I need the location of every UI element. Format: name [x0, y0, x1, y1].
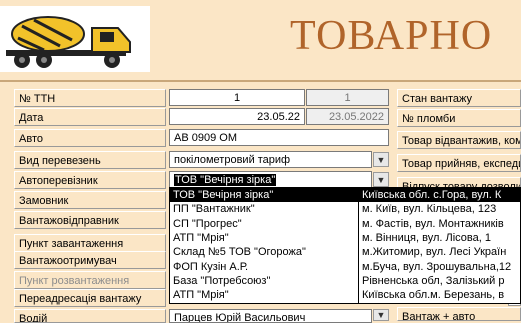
option-name: АТП "Мрія": [173, 289, 229, 302]
customer-label: Замовник: [14, 191, 166, 209]
seal-number-label: № пломби: [397, 109, 521, 127]
date-readonly: 23.05.2022: [306, 108, 389, 125]
dropdown-option[interactable]: АТП "Мрія" м. Вінниця, вул. Лісова, 1: [170, 231, 520, 245]
option-name: СП "Прогрес": [173, 217, 242, 230]
dropdown-option[interactable]: ФОП Кузін А.Р. м.Буча, вул. Зрошувальна,1…: [170, 260, 520, 274]
carrier-combo[interactable]: ТОВ "Вечірня зірка": [169, 171, 372, 188]
option-address: м. Фастів, вул. Монтажників: [362, 217, 504, 230]
auto-label: Авто: [14, 129, 166, 147]
dropdown-option[interactable]: ПП "Вантажник" м. Київ, вул. Кільцева, 12…: [170, 202, 520, 216]
carrier-selected-text: ТОВ "Вечірня зірка": [174, 174, 277, 186]
header-banner: ТОВАРНО: [0, 0, 521, 78]
ttn-label: № ТТН: [14, 89, 166, 107]
option-name: База "Потребсоюз": [173, 274, 271, 287]
option-name: ТОВ "Вечірня зірка": [173, 188, 358, 202]
option-name: ПП "Вантажник": [173, 203, 255, 216]
auto-combo[interactable]: АВ 0909 ОМ: [169, 129, 389, 146]
ttn-input[interactable]: 1: [169, 89, 305, 106]
option-name: АТП "Мрія": [173, 231, 229, 244]
transport-type-combo[interactable]: покілометровий тариф: [169, 151, 372, 168]
header-divider: [0, 80, 521, 82]
carrier-dropdown-list[interactable]: ТОВ "Вечірня зірка" Київська обл. с.Гора,…: [169, 187, 521, 304]
transport-type-dropdown-button[interactable]: ▼: [373, 152, 389, 167]
chevron-down-icon: ▼: [376, 310, 386, 320]
cargo-state-label: Стан вантажу: [397, 89, 521, 107]
sender-label: Вантажовідправник: [14, 211, 166, 229]
option-address: Рівненська обл, Залізький р: [362, 274, 505, 287]
option-name: ФОП Кузін А.Р.: [173, 260, 249, 273]
cargo-released-label: Товар відвантажив, ком: [397, 131, 521, 149]
carrier-label: Автоперевізник: [14, 171, 166, 189]
option-address: Київська обл. с.Гора, вул. К: [362, 188, 520, 202]
unloading-point-label: Пункт розвантаження: [14, 271, 166, 289]
dropdown-option[interactable]: АТП "Мрія" Київська обл.м. Березань, в: [170, 288, 520, 302]
dropdown-option[interactable]: Склад №5 ТОВ "Огорожа" м.Житомир, вул. Ле…: [170, 245, 520, 259]
transport-type-label: Вид перевезень: [14, 151, 166, 169]
chevron-down-icon: ▼: [376, 154, 386, 165]
receiver-label: Вантажоотримувач: [14, 251, 166, 269]
option-address: м.Буча, вул. Зрошувальна,12: [362, 260, 512, 273]
chevron-down-icon: ▼: [376, 174, 386, 185]
readdress-label: Переадресація вантажу: [14, 289, 166, 307]
page-title: ТОВАРНО: [290, 13, 493, 59]
carrier-dropdown-button[interactable]: ▼: [373, 172, 389, 187]
dropdown-option[interactable]: ТОВ "Вечірня зірка" Київська обл. с.Гора,…: [170, 188, 520, 203]
date-label: Дата: [14, 108, 166, 126]
cargo-auto-label: Вантаж + авто: [397, 307, 521, 321]
dropdown-option[interactable]: База "Потребсоюз" Рівненська обл, Залізьк…: [170, 274, 520, 288]
option-name: Склад №5 ТОВ "Огорожа": [173, 246, 306, 259]
cargo-received-label: Товар прийняв, експеди: [397, 154, 521, 172]
driver-dropdown-button[interactable]: ▼: [373, 309, 389, 321]
ttn-readonly: 1: [306, 89, 389, 106]
option-address: м. Вінниця, вул. Лісова, 1: [362, 231, 491, 244]
concrete-mixer-truck-logo: [0, 6, 150, 72]
option-address: Київська обл.м. Березань, в: [362, 289, 505, 302]
option-address: м.Житомир, вул. Лесі Україн: [362, 246, 507, 259]
date-input[interactable]: 23.05.22: [169, 108, 305, 125]
dropdown-option[interactable]: СП "Прогрес" м. Фастів, вул. Монтажників: [170, 217, 520, 231]
loading-point-label: Пункт завантаження: [14, 234, 166, 252]
option-address: м. Київ, вул. Кільцева, 123: [362, 203, 497, 216]
